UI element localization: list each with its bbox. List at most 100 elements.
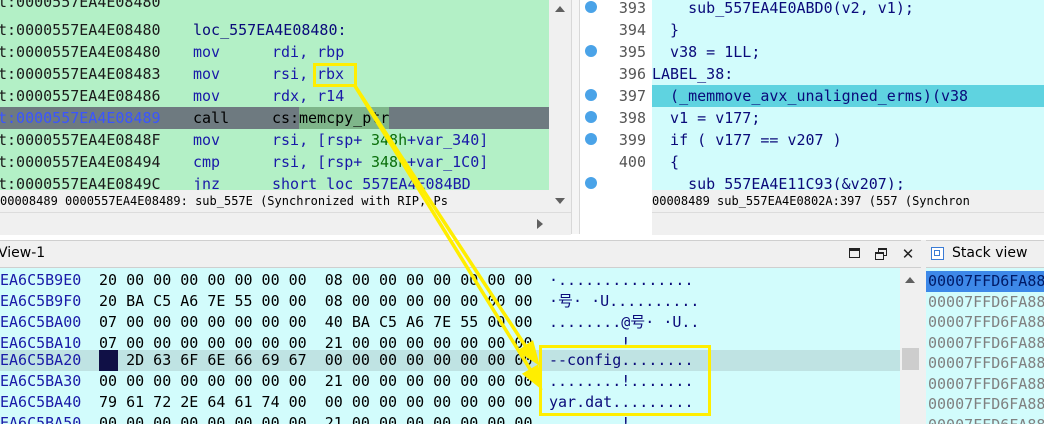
stack-row[interactable]: 00007FFD6FA88 bbox=[928, 353, 1044, 374]
line-number: 394 bbox=[618, 21, 646, 39]
hex-row[interactable]: EA6C5BA50 00 00 00 00 00 00 00 00 21 00 … bbox=[0, 413, 900, 424]
breakpoint-icon[interactable] bbox=[585, 45, 597, 57]
disasm-line[interactable]: t:0000557EA4E08480 mov rdi, rbp bbox=[0, 41, 344, 63]
disasm-operands[interactable]: rsi, [rsp+ bbox=[272, 151, 362, 173]
hex-address: EA6C5BA40 bbox=[0, 393, 82, 411]
disasm-label[interactable]: loc_557EA4E08480: bbox=[193, 19, 347, 41]
disasm-line[interactable]: t:0000557EA4E08494 cmp rsi, [rsp+ 348h +… bbox=[0, 151, 488, 173]
restore-icon[interactable] bbox=[873, 246, 889, 262]
disasm-line[interactable]: t:0000557EA4E08480 bbox=[0, 0, 161, 13]
hex-bytes[interactable]: 07 00 00 00 00 00 00 00 40 BA C5 A6 7E 5… bbox=[99, 312, 532, 333]
pseudocode-text: if ( v177 == v207 ) bbox=[652, 131, 842, 149]
hex-bytes[interactable]: 00 00 00 00 00 00 00 00 21 00 00 00 00 0… bbox=[99, 413, 532, 424]
pseudocode-text: { bbox=[652, 153, 680, 171]
disasm-operands[interactable]: rsi, [rsp+ bbox=[272, 129, 362, 151]
memcpy-ptr-operand[interactable]: memcpy_ptr bbox=[299, 107, 390, 129]
breakpoint-icon[interactable] bbox=[585, 111, 597, 123]
scroll-up-icon[interactable] bbox=[555, 6, 565, 12]
disasm-line[interactable]: t:0000557EA4E08483 mov rsi, rbx bbox=[0, 63, 344, 85]
line-number: 393 bbox=[618, 0, 646, 17]
pseudocode-line[interactable]: v1 = v177; bbox=[652, 107, 760, 129]
scroll-down-icon[interactable] bbox=[555, 198, 565, 204]
line-number: 398 bbox=[618, 109, 646, 127]
disasm-line[interactable]: t:0000557EA4E0849C jnz short loc_557EA4E… bbox=[0, 173, 471, 190]
hex-dump[interactable]: EA6C5B9E0 20 00 00 00 00 00 00 00 08 00 … bbox=[0, 268, 900, 424]
hex-bytes[interactable]: 20 BA C5 A6 7E 55 00 00 08 00 00 00 00 0… bbox=[99, 291, 532, 312]
pseudocode-text: } bbox=[652, 21, 680, 39]
hex-bytes[interactable]: 79 61 72 2E 64 61 74 00 00 00 00 00 00 0… bbox=[99, 392, 532, 413]
disasm-line[interactable]: t:0000557EA4E0848F mov rsi, [rsp+ 348h +… bbox=[0, 129, 488, 151]
maximize-icon[interactable] bbox=[846, 246, 862, 262]
hex-address: EA6C5BA00 bbox=[0, 313, 82, 331]
stack-row[interactable]: 00007FFD6FA88 bbox=[928, 415, 1044, 424]
pseudocode-line[interactable]: v38 = 1LL; bbox=[652, 41, 760, 63]
pseudocode-line[interactable]: LABEL_38: bbox=[652, 63, 733, 85]
pseudocode-line[interactable]: sub_557EA4E0ABD0(v2, v1); bbox=[652, 0, 914, 19]
annotation-box-rbx bbox=[313, 63, 357, 87]
pseudocode-text: (_memmove_avx_unaligned_erms)(v38 bbox=[652, 87, 969, 105]
pane-splitter[interactable] bbox=[571, 0, 580, 234]
stack-row[interactable]: 00007FFD6FA88 bbox=[928, 312, 1044, 333]
hex-vertical-scrollbar[interactable] bbox=[900, 268, 921, 424]
hex-view-title: View-1 bbox=[0, 245, 46, 261]
hex-view-titlebar[interactable]: View-1 bbox=[0, 240, 921, 268]
close-icon[interactable]: ✕ bbox=[900, 246, 916, 262]
breakpoint-icon[interactable] bbox=[585, 133, 597, 145]
stack-view-titlebar[interactable]: Stack view bbox=[926, 240, 1044, 268]
stack-row-selected[interactable]: 00007FFD6FA88 bbox=[926, 271, 1044, 292]
disasm-address: t:0000557EA4E08480 bbox=[0, 43, 161, 61]
pseudocode-horizontal-scrollbar[interactable] bbox=[652, 212, 1044, 235]
disasm-horizontal-scrollbar[interactable] bbox=[0, 212, 571, 235]
pseudocode-line[interactable]: { bbox=[652, 151, 679, 173]
pseudocode-line[interactable]: if ( v177 == v207 ) bbox=[652, 129, 842, 151]
stack-row[interactable]: 00007FFD6FA88 bbox=[928, 374, 1044, 395]
disasm-line[interactable]: t:0000557EA4E08480 loc_557EA4E08480: bbox=[0, 19, 347, 41]
hex-cursor[interactable] bbox=[99, 350, 118, 371]
disasm-line[interactable]: t:0000557EA4E08486 mov rdx, r14 bbox=[0, 85, 344, 107]
hex-bytes[interactable]: 00 00 00 00 00 00 00 00 21 00 00 00 00 0… bbox=[99, 371, 532, 392]
disasm-operands[interactable]: rdx, r14 bbox=[272, 85, 344, 107]
hex-row-current[interactable]: EA6C5BA20 2D 2D 63 6F 6E 66 69 67 00 00 … bbox=[0, 350, 900, 371]
hex-row[interactable]: EA6C5BA30 00 00 00 00 00 00 00 00 21 00 … bbox=[0, 371, 900, 392]
hex-row[interactable]: EA6C5BA40 79 61 72 2E 64 61 74 00 00 00 … bbox=[0, 392, 900, 413]
disasm-operands[interactable]: rdi, rbp bbox=[272, 41, 344, 63]
stack-row[interactable]: 00007FFD6FA88 bbox=[928, 333, 1044, 354]
hex-ascii[interactable]: ·............... bbox=[549, 270, 694, 291]
breakpoint-icon[interactable] bbox=[585, 1, 597, 13]
disasm-var[interactable]: +var_1C0] bbox=[407, 151, 488, 173]
disasm-var[interactable]: +var_340] bbox=[407, 129, 488, 151]
disasm-address: t:0000557EA4E08494 bbox=[0, 153, 161, 171]
disasm-vertical-scrollbar[interactable] bbox=[549, 0, 571, 212]
scroll-up-icon[interactable] bbox=[905, 277, 915, 283]
pseudocode-label[interactable]: LABEL_38: bbox=[652, 65, 733, 83]
disasm-address: t:0000557EA4E08486 bbox=[0, 87, 161, 105]
hex-row[interactable]: EA6C5BA00 07 00 00 00 00 00 00 00 40 BA … bbox=[0, 312, 900, 333]
disasm-address: t:0000557EA4E0848F bbox=[0, 131, 161, 149]
pseudocode-line[interactable]: } bbox=[652, 19, 679, 41]
disassembly-view[interactable]: t:0000557EA4E08480 t:0000557EA4E08480 lo… bbox=[0, 0, 549, 190]
hex-ascii[interactable]: ·号· ·U.......... bbox=[549, 291, 699, 312]
disasm-jump-target[interactable]: short loc_557EA4E084BD bbox=[272, 173, 471, 190]
hex-ascii[interactable]: ........@号· ·U.. bbox=[549, 312, 699, 333]
scroll-right-icon[interactable] bbox=[537, 219, 543, 229]
stack-view[interactable]: 00007FFD6FA88 00007FFD6FA88 00007FFD6FA8… bbox=[926, 268, 1044, 424]
pseudocode-line-current[interactable]: (_memmove_avx_unaligned_erms)(v38 bbox=[652, 85, 968, 107]
hex-bytes[interactable]: 20 00 00 00 00 00 00 00 08 00 00 00 00 0… bbox=[99, 270, 532, 291]
disasm-address: t:0000557EA4E08489 bbox=[0, 109, 161, 127]
hex-address: EA6C5B9E0 bbox=[0, 271, 82, 289]
disasm-address: t:0000557EA4E08480 bbox=[0, 21, 161, 39]
stack-row[interactable]: 00007FFD6FA88 bbox=[928, 292, 1044, 313]
disasm-line-current[interactable]: t:0000557EA4E08489 call cs: memcpy_ptr bbox=[0, 107, 549, 129]
hex-address: EA6C5BA20 bbox=[0, 351, 82, 369]
line-number: 399 bbox=[618, 131, 646, 149]
hex-scroll-thumb[interactable] bbox=[902, 348, 919, 370]
stack-row[interactable]: 00007FFD6FA88 bbox=[928, 394, 1044, 415]
breakpoint-icon[interactable] bbox=[585, 177, 597, 189]
breakpoint-icon[interactable] bbox=[585, 89, 597, 101]
disasm-operands[interactable]: rsi, bbox=[272, 63, 317, 85]
stack-window-icon bbox=[931, 247, 944, 260]
hex-row[interactable]: EA6C5B9F0 20 BA C5 A6 7E 55 00 00 08 00 … bbox=[0, 291, 900, 312]
hex-row[interactable]: EA6C5B9E0 20 00 00 00 00 00 00 00 08 00 … bbox=[0, 270, 900, 291]
hex-bytes[interactable]: 2D 2D 63 6F 6E 66 69 67 00 00 00 00 00 0… bbox=[99, 350, 532, 371]
hex-address: EA6C5B9F0 bbox=[0, 292, 82, 310]
